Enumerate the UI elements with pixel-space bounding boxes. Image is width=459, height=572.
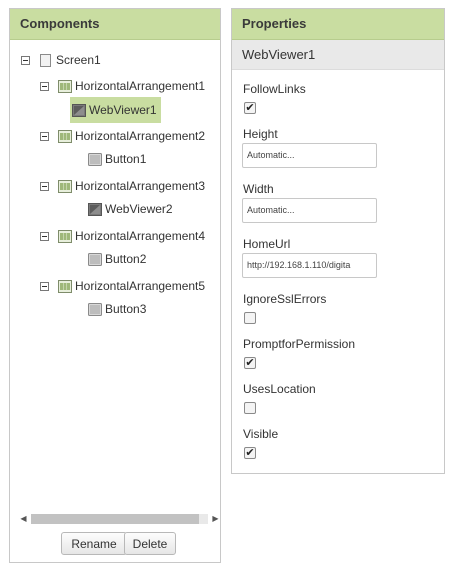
prompt-for-permission-checkbox[interactable]: ✔ xyxy=(244,357,256,369)
tree-node-horizontalarrangement4[interactable]: HorizontalArrangement4 xyxy=(40,226,205,246)
tree-node-label: HorizontalArrangement3 xyxy=(75,179,206,193)
tree-node-screen1[interactable]: Screen1 xyxy=(21,50,101,70)
arrangement-icon xyxy=(58,79,72,93)
tree-node-webviewer2[interactable]: WebViewer2 xyxy=(88,199,173,219)
tree-node-horizontalarrangement5[interactable]: HorizontalArrangement5 xyxy=(40,276,205,296)
ignore-ssl-errors-checkbox[interactable] xyxy=(244,312,256,324)
collapse-toggle-icon[interactable] xyxy=(40,281,49,291)
tree-node-horizontalarrangement1[interactable]: HorizontalArrangement1 xyxy=(40,76,205,96)
visible-checkbox[interactable]: ✔ xyxy=(244,447,256,459)
button-icon xyxy=(88,152,102,166)
tree-node-label: HorizontalArrangement4 xyxy=(75,229,206,243)
components-panel: Components Screen1 HorizontalArrangement… xyxy=(9,8,221,563)
scrollbar-track[interactable] xyxy=(31,514,208,524)
checkmark-icon: ✔ xyxy=(245,446,255,459)
tree-node-label: Button2 xyxy=(105,252,147,266)
tree-node-label: Button1 xyxy=(105,152,147,166)
properties-header: Properties xyxy=(232,9,444,40)
collapse-toggle-icon[interactable] xyxy=(40,231,49,241)
uses-location-checkbox[interactable] xyxy=(244,402,256,414)
follow-links-checkbox[interactable]: ✔ xyxy=(244,102,256,114)
checkmark-icon: ✔ xyxy=(245,101,255,114)
collapse-toggle-icon[interactable] xyxy=(40,81,49,91)
tree-node-horizontalarrangement3[interactable]: HorizontalArrangement3 xyxy=(40,176,205,196)
rename-button[interactable]: Rename xyxy=(61,532,127,555)
uses-location-label: UsesLocation xyxy=(243,382,316,396)
arrangement-icon xyxy=(58,229,72,243)
tree-horizontal-scrollbar[interactable]: ◀ ▶ xyxy=(18,512,221,525)
selected-component-name: WebViewer1 xyxy=(232,40,444,70)
tree-node-horizontalarrangement2[interactable]: HorizontalArrangement2 xyxy=(40,126,205,146)
tree-node-label: WebViewer1 xyxy=(89,103,157,117)
width-label: Width xyxy=(243,182,274,196)
screen-icon xyxy=(40,53,51,67)
collapse-toggle-icon[interactable] xyxy=(40,131,49,141)
arrangement-icon xyxy=(58,129,72,143)
tree-node-button3[interactable]: Button3 xyxy=(88,299,146,319)
tree-node-label: HorizontalArrangement1 xyxy=(75,79,206,93)
scrollbar-thumb[interactable] xyxy=(31,514,199,524)
tree-node-label: WebViewer2 xyxy=(105,202,173,216)
visible-label: Visible xyxy=(243,427,279,441)
button-icon xyxy=(88,252,102,266)
arrangement-icon xyxy=(58,179,72,193)
tree-node-button1[interactable]: Button1 xyxy=(88,149,146,169)
tree-node-label: HorizontalArrangement2 xyxy=(75,129,206,143)
ignore-ssl-errors-label: IgnoreSslErrors xyxy=(243,292,327,306)
arrangement-icon xyxy=(58,279,72,293)
tree-node-label: HorizontalArrangement5 xyxy=(75,279,206,293)
components-header: Components xyxy=(10,9,220,40)
tree-node-label: Button3 xyxy=(105,302,147,316)
component-tree: Screen1 HorizontalArrangement1 WebViewer… xyxy=(10,40,220,510)
webviewer-icon xyxy=(72,103,86,117)
button-icon xyxy=(88,302,102,316)
scroll-right-icon[interactable]: ▶ xyxy=(210,512,221,525)
tree-node-label: Screen1 xyxy=(56,53,101,67)
home-url-field[interactable]: http://192.168.1.110/digita xyxy=(242,253,377,278)
width-field[interactable]: Automatic... xyxy=(242,198,377,223)
collapse-toggle-icon[interactable] xyxy=(40,181,49,191)
home-url-label: HomeUrl xyxy=(243,237,291,251)
properties-panel: Properties WebViewer1 FollowLinks ✔ Heig… xyxy=(231,8,445,474)
height-label: Height xyxy=(243,127,278,141)
collapse-toggle-icon[interactable] xyxy=(21,55,30,65)
prompt-for-permission-label: PromptforPermission xyxy=(243,337,356,351)
webviewer-icon xyxy=(88,202,102,216)
scroll-left-icon[interactable]: ◀ xyxy=(18,512,29,525)
checkmark-icon: ✔ xyxy=(245,356,255,369)
follow-links-label: FollowLinks xyxy=(243,82,306,96)
tree-node-webviewer1[interactable]: WebViewer1 xyxy=(70,97,161,123)
height-field[interactable]: Automatic... xyxy=(242,143,377,168)
tree-node-button2[interactable]: Button2 xyxy=(88,249,146,269)
delete-button[interactable]: Delete xyxy=(124,532,176,555)
